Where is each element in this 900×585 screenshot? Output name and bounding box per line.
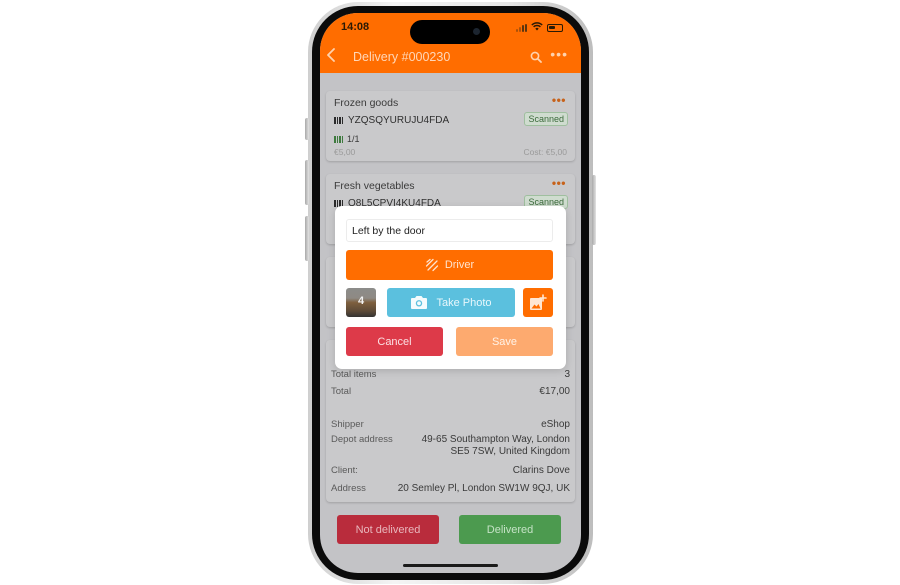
page-title: Delivery #000230 [353, 50, 451, 64]
wifi-icon [531, 22, 543, 33]
delivered-button[interactable]: Delivered [459, 515, 561, 544]
item-card[interactable]: Frozen goods ••• YZQSQYURUJU4FDA Scanned… [326, 91, 575, 161]
item-code: YZQSQYURUJU4FDA [348, 115, 450, 126]
phone-volume-down-button [305, 216, 309, 261]
item-barcode: YZQSQYURUJU4FDA [334, 115, 449, 126]
search-icon [530, 51, 542, 63]
item-quantity-value: 1/1 [347, 134, 360, 144]
status-time: 14:08 [341, 21, 370, 33]
camera-icon [473, 28, 480, 35]
item-more-button[interactable]: ••• [552, 176, 566, 190]
item-more-button[interactable]: ••• [552, 93, 566, 107]
save-button[interactable]: Save [456, 327, 553, 356]
item-cost: Cost: €5,00 [523, 147, 567, 157]
photo-thumbnail[interactable]: 4 [346, 288, 376, 317]
barcode-icon [334, 135, 343, 143]
item-quantity: 1/1 [334, 134, 360, 144]
back-button[interactable] [326, 47, 336, 65]
driver-button-label: Driver [444, 259, 475, 271]
search-button[interactable] [530, 50, 542, 68]
not-delivered-button[interactable]: Not delivered [337, 515, 439, 544]
add-image-button[interactable] [523, 288, 553, 317]
item-price: €5,00 [334, 147, 356, 157]
status-badge: Scanned [524, 112, 568, 126]
battery-icon [547, 23, 563, 32]
item-name: Frozen goods [334, 97, 399, 109]
phone-action-button [305, 118, 309, 140]
signal-icon [516, 23, 527, 32]
photo-count: 4 [357, 295, 365, 307]
note-input[interactable] [346, 219, 553, 242]
phone-screen: 14:08 Delivery #000230 ••• Frozen goods … [320, 13, 581, 573]
driver-signature-button[interactable]: Driver [346, 250, 553, 280]
app-header: 14:08 Delivery #000230 ••• [320, 13, 581, 73]
take-photo-button[interactable]: Take Photo [387, 288, 515, 317]
signature-icon [425, 258, 438, 272]
home-indicator[interactable] [403, 564, 498, 567]
take-photo-label: Take Photo [436, 296, 492, 309]
add-image-icon [530, 294, 547, 310]
barcode-icon [334, 117, 343, 124]
camera-icon [411, 296, 428, 309]
item-name: Fresh vegetables [334, 180, 415, 192]
delivery-note-dialog: Driver 4 Take Photo Cancel [335, 206, 566, 369]
phone-volume-up-button [305, 160, 309, 205]
phone-power-button [592, 175, 596, 245]
cancel-button[interactable]: Cancel [346, 327, 443, 356]
dynamic-island [410, 20, 490, 44]
more-options-button[interactable]: ••• [550, 46, 568, 62]
stage: 14:08 Delivery #000230 ••• Frozen goods … [0, 0, 900, 585]
status-icons [516, 22, 563, 33]
